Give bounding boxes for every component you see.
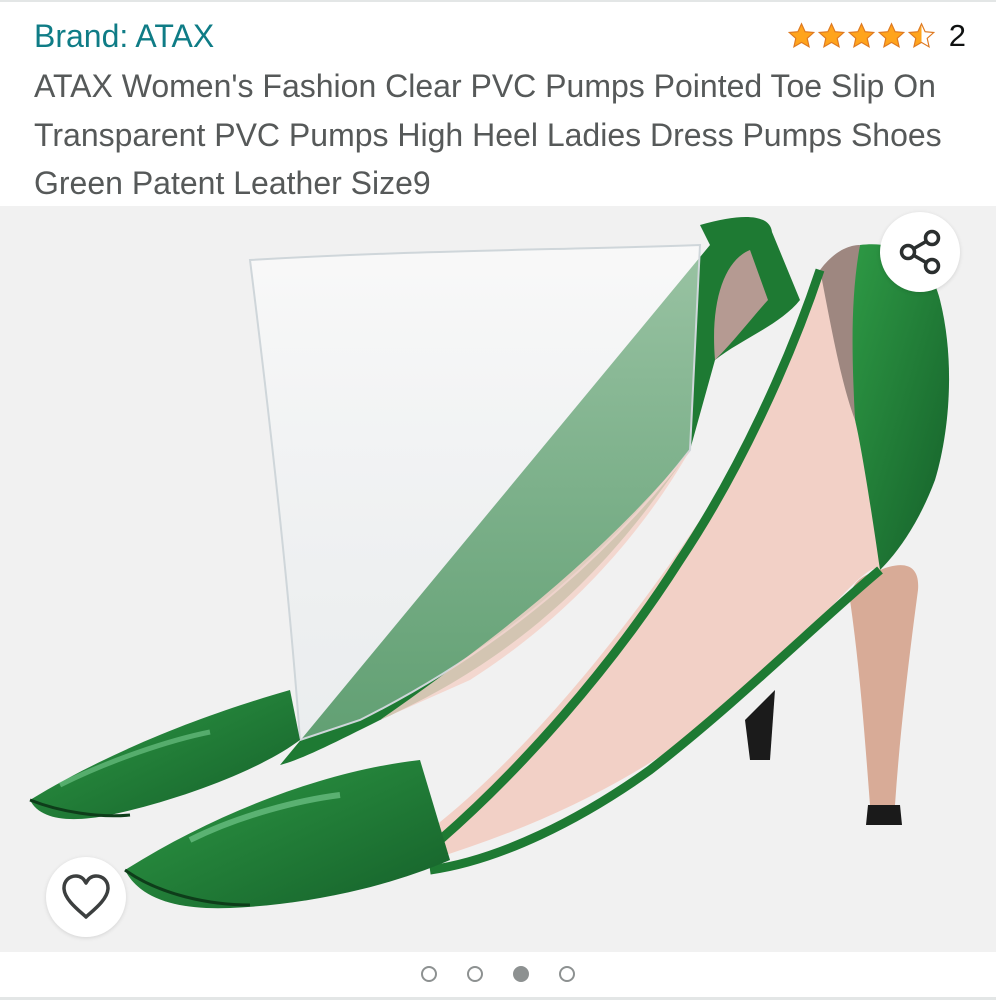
rating-summary[interactable]: 2 <box>787 16 966 56</box>
carousel-dot[interactable] <box>421 966 437 982</box>
star-full-icon <box>787 22 815 49</box>
star-rating <box>787 22 937 50</box>
top-divider <box>0 0 996 2</box>
star-full-icon <box>847 22 875 49</box>
wishlist-button[interactable] <box>46 857 126 937</box>
star-full-icon <box>817 22 845 49</box>
carousel-indicators <box>0 966 996 982</box>
carousel-dot[interactable] <box>559 966 575 982</box>
share-icon <box>899 229 941 275</box>
product-image <box>29 216 950 909</box>
star-half-icon <box>907 22 935 49</box>
star-full-icon <box>877 22 905 49</box>
product-title: ATAX Women's Fashion Clear PVC Pumps Poi… <box>34 68 942 201</box>
brand-link[interactable]: Brand: ATAX <box>34 16 214 56</box>
carousel-dot[interactable] <box>467 966 483 982</box>
carousel-dot-active[interactable] <box>513 966 529 982</box>
product-image-carousel[interactable] <box>0 206 996 952</box>
rating-count: 2 <box>948 18 966 53</box>
heart-outline-icon <box>62 874 110 919</box>
share-button[interactable] <box>880 212 960 292</box>
